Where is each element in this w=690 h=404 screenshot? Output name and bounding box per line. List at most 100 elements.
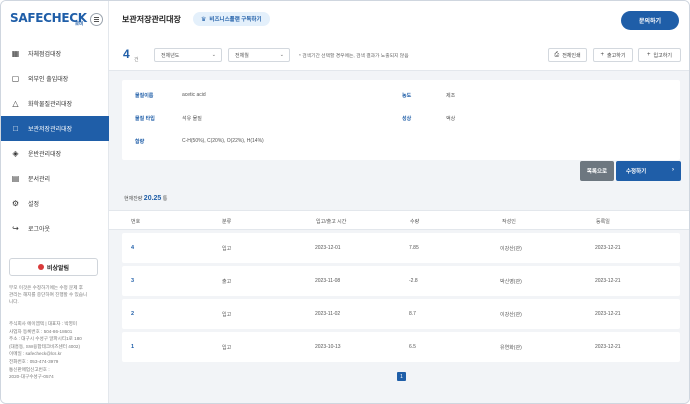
pagination-page-current[interactable]: 1 [397, 372, 406, 381]
cell-qty: 8.7 [409, 311, 416, 317]
note-line: 니다. [9, 299, 19, 304]
info-line: 이메일 : safecheck@lcs.kr [9, 351, 62, 357]
column-header-qty: 수량 [410, 219, 420, 225]
sidebar-item-label: 문서관리 [28, 177, 51, 183]
sidebar-item-chemical[interactable]: △ 화학물질관리대장 [1, 91, 109, 116]
sidebar-item-storage[interactable]: □ 보관저장관리대장 [1, 116, 109, 141]
sidebar-item-label: 자체점검대장 [28, 52, 62, 58]
gear-icon: ⚙ [11, 198, 20, 208]
cell-qty: 7.85 [409, 245, 419, 251]
page-title: 보관저장관리대장 [122, 15, 181, 24]
edit-label: 수정하기 [626, 169, 647, 175]
receive-button[interactable]: + 입고하기 [638, 48, 681, 62]
plus-icon: + [600, 52, 605, 58]
hamburger-menu-icon[interactable] [90, 13, 103, 26]
printer-icon: ⎙ [554, 51, 560, 58]
cell-qty: 6.5 [409, 344, 416, 350]
note-line: 부모 이것은 수정하기에는 수정 문제 후 [9, 285, 84, 290]
cell-regdate: 2023-12-21 [595, 311, 621, 317]
cell-no[interactable]: 4 [131, 245, 134, 251]
flask-icon: △ [12, 98, 19, 108]
logo-sub: 로비 [75, 21, 84, 26]
sidebar-item-visitor-log[interactable]: ▢ 외부인 출입대장 [1, 66, 109, 91]
cell-type: 입고 [222, 246, 232, 252]
document-icon: ▦ [11, 48, 20, 58]
cell-date: 2023-11-08 [315, 278, 341, 284]
info-line: 2020-대구수성구-0574 [9, 374, 54, 380]
print-all-button[interactable]: ⎙ 전체인쇄 [548, 48, 587, 62]
cell-qty: -2.8 [409, 278, 418, 284]
year-select-value: 전체년도 [161, 52, 180, 59]
cell-writer: 유연화(관) [500, 345, 522, 351]
table-row[interactable]: 4 입고 2023-12-01 7.85 이강산(관) 2023-12-21 [122, 233, 680, 263]
sidebar-item-documents[interactable]: ▤ 문서관리 [1, 166, 109, 191]
sidebar-item-label: 보관저장관리대장 [28, 127, 73, 133]
concentration-label: 농도 [402, 93, 412, 99]
info-line: 주소 : 대구시 수성구 알파시티1로 180 [9, 336, 82, 342]
cell-regdate: 2023-12-21 [595, 344, 621, 350]
plus-icon: + [647, 52, 651, 58]
sidebar-item-self-inspection[interactable]: ▦ 자체점검대장 [1, 41, 109, 66]
edit-button[interactable]: 수정하기 › [616, 161, 681, 181]
cell-date: 2023-12-01 [315, 245, 341, 251]
month-select[interactable]: 전체월 ⌄ [228, 48, 290, 62]
cell-type: 입고 [222, 312, 232, 318]
truck-icon: ◈ [12, 148, 19, 158]
sidebar-note: 부모 이것은 수정하기에는 수정 문제 후 관리는 해지를 중단하여 진행할 수… [9, 284, 101, 305]
table-row[interactable]: 1 입고 2023-10-13 6.5 유연화(관) 2023-12-21 [122, 332, 680, 362]
info-line: (대흥동, SW융합테크비즈센터 4002) [9, 343, 80, 349]
alert-dot-icon [37, 264, 44, 270]
cell-type: 출고 [222, 279, 232, 285]
release-button[interactable]: + 출고하기 [593, 48, 633, 62]
record-count: 4 [123, 47, 130, 61]
year-select[interactable]: 전체년도 ⌄ [154, 48, 222, 62]
type-value: 석유 물질 [182, 116, 202, 122]
cell-regdate: 2023-12-21 [595, 278, 621, 284]
emergency-alert-button[interactable]: 비상알림 [9, 258, 98, 276]
sidebar-item-label: 운반관리대장 [28, 152, 62, 158]
search-notice: * 검색기간 선택할 경우에는, 검색 결과가 노출되지 않음 [299, 54, 409, 59]
print-label: 전체인쇄 [562, 52, 581, 59]
cell-no[interactable]: 3 [131, 278, 134, 284]
main-content: 4 건 전체년도 ⌄ 전체월 ⌄ * 검색기간 선택할 경우에는, 검색 결과가… [109, 39, 689, 403]
cell-writer: 이강산(관) [500, 246, 522, 252]
state-label: 성상 [402, 116, 412, 122]
note-line: 관리는 해지를 중단하여 진행할 수 있습니 [9, 292, 88, 297]
substance-info-card: 물질이름 acetic acid 농도 제조 물질 타입 석유 물질 성상 액상… [122, 80, 680, 160]
state-value: 액상 [446, 116, 456, 122]
cell-no[interactable]: 2 [131, 311, 134, 317]
cell-date: 2023-11-02 [315, 311, 341, 317]
sidebar-item-settings[interactable]: ⚙ 설정 [1, 191, 109, 216]
info-line: 주식회사 에이엠텍 | 대표자 : 박영미 [9, 321, 78, 326]
back-to-list-button[interactable]: 목록으로 [580, 161, 614, 181]
cell-no[interactable]: 1 [131, 344, 134, 350]
topbar: 보관저장관리대장 ♛ 비즈니스플랜 구독하기 문의하기 [109, 1, 689, 39]
release-label: 출고하기 [607, 52, 626, 59]
info-line: 사업자 등록번호 : 504-86-18601 [9, 328, 73, 334]
stock-unit: 통 [162, 196, 168, 202]
sidebar-item-label: 로그아웃 [28, 227, 51, 233]
sidebar-item-label: 설정 [28, 202, 40, 208]
contact-button[interactable]: 문의하기 [621, 11, 679, 30]
cell-writer: 박신영(관) [500, 279, 522, 285]
table-header: 번호 분류 입고/출고 시간 수량 작성인 등록일 [109, 210, 689, 230]
table-row[interactable]: 2 입고 2023-11-02 8.7 이강산(관) 2023-12-21 [122, 299, 680, 329]
column-header-type: 분류 [222, 219, 232, 225]
sidebar-item-transport[interactable]: ◈ 운반관리대장 [1, 141, 109, 166]
sidebar-item-logout[interactable]: ↪ 로그아웃 [1, 216, 109, 241]
substance-value: acetic acid [182, 92, 206, 98]
chevron-right-icon: › [672, 167, 674, 173]
table-row[interactable]: 3 출고 2023-11-08 -2.8 박신영(관) 2023-12-21 [122, 266, 680, 296]
record-count-unit: 건 [134, 57, 139, 63]
info-line: 통신판매업신고번호 : [9, 366, 50, 372]
cell-regdate: 2023-12-21 [595, 245, 621, 251]
month-select-value: 전체월 [235, 52, 249, 59]
file-icon: ▤ [11, 173, 20, 183]
column-header-regdate: 등록일 [596, 219, 610, 225]
type-label: 물질 타입 [135, 116, 155, 122]
subscribe-button[interactable]: ♛ 비즈니스플랜 구독하기 [193, 12, 270, 26]
app-frame: SAFECHECK 로비 ▦ 자체점검대장 ▢ 외부인 출입대장 △ 화학물질관… [0, 0, 690, 404]
cell-date: 2023-10-13 [315, 344, 341, 350]
stock-value: 20.25 [143, 195, 162, 202]
emergency-label: 비상알림 [46, 265, 70, 272]
